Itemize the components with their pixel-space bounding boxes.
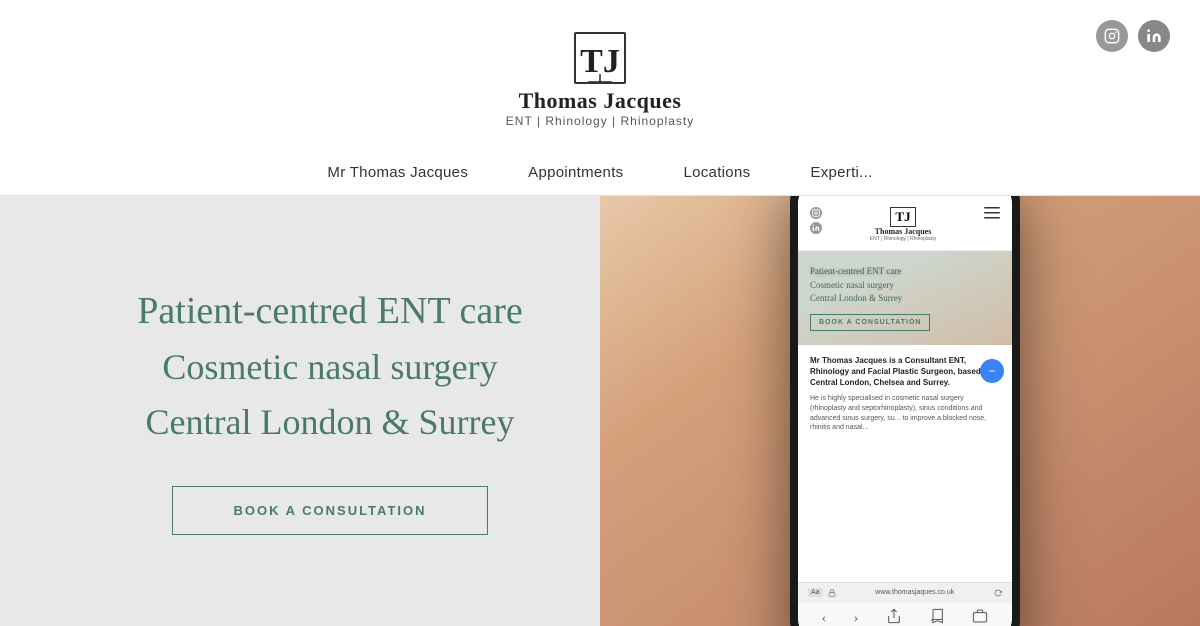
phone-book-button[interactable]: BOOK A CONSULTATION [810, 314, 930, 331]
phone-mockup: 16:04 5G [790, 196, 1020, 626]
phone-hamburger-menu[interactable] [984, 207, 1000, 219]
phone-chat-bubble[interactable] [980, 359, 1004, 383]
book-consultation-button[interactable]: BOOK A CONSULTATION [172, 486, 487, 535]
hero-tagline-1: Patient-centred ENT care [137, 287, 522, 336]
logo-name: Thomas Jacques [519, 88, 682, 114]
phone-instagram-icon [810, 207, 822, 219]
hero-section: Patient-centred ENT care Cosmetic nasal … [0, 196, 1200, 626]
phone-address-bar: Aa www.thomasjaques.co.uk [798, 582, 1012, 602]
phone-logo-name: Thomas Jacques [875, 227, 932, 236]
phone-logo: TJ Thomas Jacques ENT | Rhinology | Rhin… [870, 207, 936, 242]
phone-site-header: TJ Thomas Jacques ENT | Rhinology | Rhin… [798, 199, 1012, 251]
nav-item-appointments[interactable]: Appointments [528, 164, 623, 181]
phone-url[interactable]: www.thomasjaques.co.uk [841, 589, 989, 596]
logo-subtitle: ENT | Rhinology | Rhinoplasty [506, 114, 694, 128]
site-header: TJ Thomas Jacques ENT | Rhinology | Rhin… [0, 0, 1200, 160]
phone-about-title: Mr Thomas Jacques is a Consultant ENT, R… [810, 355, 1000, 389]
nav-item-expertise[interactable]: Experti... [810, 164, 872, 181]
instagram-icon[interactable] [1096, 20, 1128, 52]
phone-back-icon[interactable]: ‹ [822, 611, 827, 626]
phone-about-body: He is highly specialised in cosmetic nas… [810, 394, 1000, 433]
phone-logo-icon: TJ [890, 207, 915, 227]
nav-item-locations[interactable]: Locations [683, 164, 750, 181]
phone-hero-tagline3: Central London & Surrey [810, 292, 1000, 306]
phone-forward-icon[interactable]: › [854, 611, 859, 626]
nav-item-thomas-jacques[interactable]: Mr Thomas Jacques [327, 164, 468, 181]
logo: TJ Thomas Jacques ENT | Rhinology | Rhin… [506, 32, 694, 128]
logo-icon: TJ [574, 32, 626, 84]
phone-bookmarks-icon[interactable] [929, 608, 945, 626]
phone-hero-tagline1: Patient-centred ENT care [810, 265, 1000, 279]
hero-content: Patient-centred ENT care Cosmetic nasal … [0, 196, 660, 626]
phone-screen: 16:04 5G [798, 196, 1012, 626]
phone-hero-area: Patient-centred ENT care Cosmetic nasal … [798, 251, 1012, 345]
phone-about-section: Mr Thomas Jacques is a Consultant ENT, R… [798, 345, 1012, 444]
phone-font-size-control: Aa [808, 588, 823, 597]
main-nav: Mr Thomas Jacques Appointments Locations… [0, 150, 1200, 196]
phone-social-icons [810, 207, 822, 234]
phone-linkedin-icon [810, 222, 822, 234]
phone-tabs-icon[interactable] [972, 608, 988, 626]
phone-logo-subtitle: ENT | Rhinology | Rhinoplasty [870, 236, 936, 242]
linkedin-icon[interactable] [1138, 20, 1170, 52]
hero-tagline-3: Central London & Surrey [146, 399, 515, 446]
phone-hero-tagline2: Cosmetic nasal surgery [810, 279, 1000, 293]
phone-browser-nav: ‹ › [798, 602, 1012, 626]
phone-share-icon[interactable] [886, 608, 902, 626]
social-icons [1096, 20, 1170, 52]
hero-tagline-2: Cosmetic nasal surgery [162, 344, 497, 391]
